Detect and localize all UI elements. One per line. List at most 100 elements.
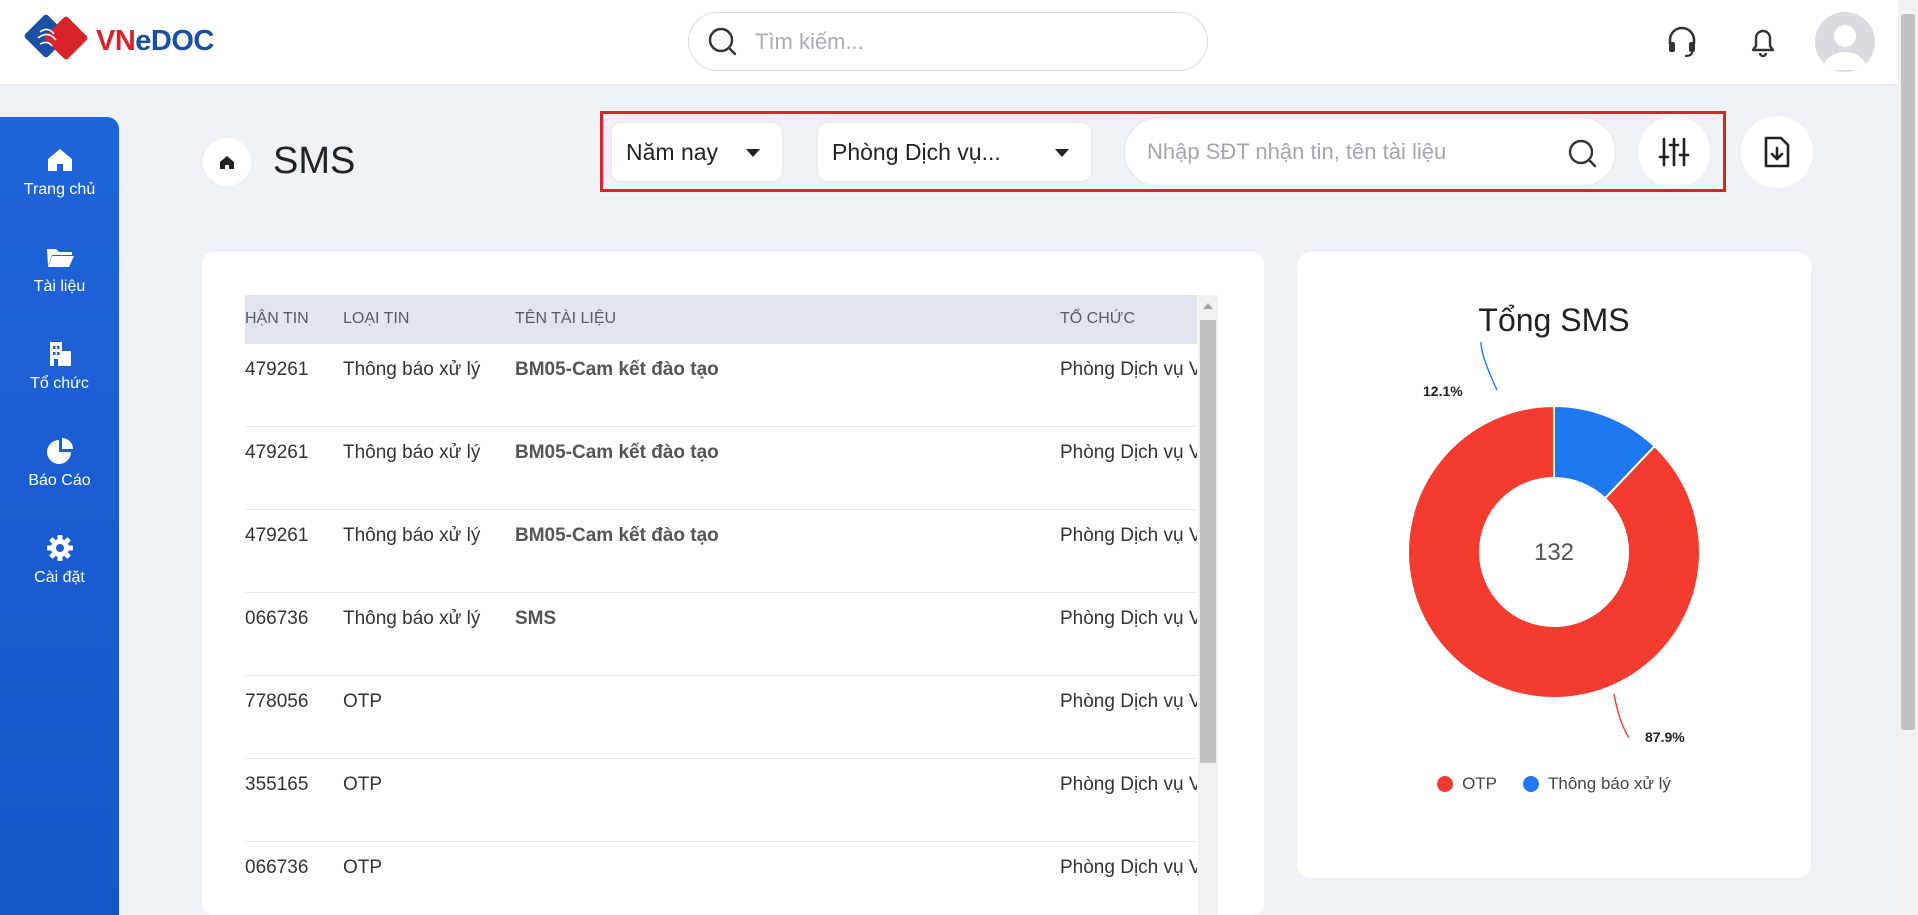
legend-swatch — [1437, 776, 1454, 792]
table-header: HẬN TIN LOẠI TIN TÊN TÀI LIỆU TỔ CHỨC — [245, 295, 1197, 344]
cell-organization: Phòng Dịch vụ V — [1060, 359, 1197, 380]
advanced-filter-button[interactable] — [1638, 116, 1710, 188]
home-icon — [220, 156, 234, 169]
sidebar-item-home[interactable]: Trang chủ — [0, 145, 119, 225]
sidebar-item-reports[interactable]: Báo Cáo — [0, 436, 119, 516]
vnedoc-logo[interactable]: VNeDOC — [20, 12, 214, 70]
table-row[interactable]: 066736 Thông báo xử lý SMS Phòng Dịch vụ V — [245, 593, 1197, 676]
sidebar-item-label: Trang chủ — [23, 181, 96, 198]
cell-message-type: OTP — [343, 691, 383, 712]
caret-down-icon — [1055, 149, 1069, 157]
global-search-input[interactable] — [755, 28, 1155, 55]
global-search[interactable] — [688, 12, 1208, 71]
data-label-connector — [1480, 341, 1498, 391]
period-dropdown[interactable]: Năm nay — [611, 122, 783, 182]
sidebar-item-documents[interactable]: Tài liệu — [0, 242, 119, 322]
sidebar-item-label: Báo Cáo — [28, 472, 91, 489]
chart-legend: OTP Thông báo xử lý — [1297, 774, 1811, 794]
sidebar: Trang chủ Tài liệu Tổ chức Báo Cáo Cài đ… — [0, 117, 119, 915]
table-scrollbar-thumb[interactable] — [1200, 320, 1216, 763]
search-icon[interactable] — [1567, 138, 1599, 170]
folder-icon — [46, 249, 74, 267]
page-title: SMS — [273, 140, 356, 182]
file-download-icon — [1764, 136, 1790, 168]
sidebar-item-label: Tổ chức — [30, 375, 89, 392]
search-icon — [708, 27, 737, 55]
cell-message-type: OTP — [343, 774, 383, 795]
data-label-otp: 87.9% — [1645, 729, 1685, 745]
gear-icon — [46, 535, 73, 561]
table-row[interactable]: 355165 OTP Phòng Dịch vụ V — [245, 759, 1197, 842]
cell-message-type: Thông báo xử lý — [343, 359, 481, 380]
table-row[interactable]: 479261 Thông báo xử lý BM05-Cam kết đào tạ… — [245, 510, 1197, 593]
cell-document-name[interactable]: BM05-Cam kết đào tạo — [515, 442, 719, 464]
sliders-icon — [1658, 137, 1690, 167]
home-icon — [47, 149, 72, 171]
column-header-message-type[interactable]: LOẠI TIN — [343, 310, 409, 328]
column-header-recipient[interactable]: HẬN TIN — [245, 310, 309, 328]
table-row[interactable]: 066736 OTP Phòng Dịch vụ V — [245, 842, 1197, 915]
cell-organization: Phòng Dịch vụ V — [1060, 774, 1197, 795]
cell-message-type: OTP — [343, 857, 383, 878]
legend-label: OTP — [1462, 774, 1498, 793]
legend-item-notification[interactable]: Thông báo xử lý — [1523, 774, 1671, 794]
sms-search-input[interactable] — [1147, 139, 1547, 165]
brand-wordmark: VNeDOC — [96, 25, 214, 58]
sms-search-field[interactable] — [1124, 117, 1616, 187]
brand-edoc: eDOC — [135, 24, 214, 57]
donut-chart: 132 12.1% 87.9% — [1407, 341, 1701, 745]
support-headset-icon[interactable] — [1660, 20, 1704, 64]
table-row[interactable]: 778056 OTP Phòng Dịch vụ V — [245, 676, 1197, 759]
pie-chart-icon — [46, 438, 73, 464]
cell-document-name[interactable]: SMS — [515, 608, 556, 630]
data-label-connector — [1613, 693, 1630, 739]
cell-message-type: Thông báo xử lý — [343, 608, 481, 629]
department-dropdown-value: Phòng Dịch vụ... — [832, 138, 1001, 165]
cell-recipient: 066736 — [245, 608, 309, 629]
sms-chart-card: Tổng SMS 132 12.1% 87.9% OTP Thông báo xử … — [1297, 252, 1811, 878]
cell-recipient: 479261 — [245, 525, 309, 546]
sms-table: HẬN TIN LOẠI TIN TÊN TÀI LIỆU TỔ CHỨC 47… — [245, 295, 1197, 915]
department-dropdown[interactable]: Phòng Dịch vụ... — [817, 122, 1092, 182]
page-scrollbar-thumb[interactable] — [1901, 14, 1915, 730]
legend-label: Thông báo xử lý — [1548, 774, 1671, 793]
data-label-notification: 12.1% — [1423, 383, 1463, 399]
cell-organization: Phòng Dịch vụ V — [1060, 442, 1197, 463]
legend-swatch — [1523, 776, 1540, 792]
cell-message-type: Thông báo xử lý — [343, 442, 481, 463]
period-dropdown-value: Năm nay — [626, 138, 719, 165]
scroll-up-arrow-icon[interactable] — [1203, 303, 1213, 309]
column-header-organization[interactable]: TỔ CHỨC — [1060, 310, 1135, 328]
column-header-document-name[interactable]: TÊN TÀI LIỆU — [515, 310, 616, 328]
user-avatar[interactable] — [1815, 12, 1875, 72]
brand-vn: VN — [96, 24, 136, 57]
table-scrollbar[interactable] — [1198, 295, 1218, 915]
table-row[interactable]: 479261 Thông báo xử lý BM05-Cam kết đào tạ… — [245, 427, 1197, 510]
cell-organization: Phòng Dịch vụ V — [1060, 857, 1197, 878]
cell-organization: Phòng Dịch vụ V — [1060, 525, 1197, 546]
cell-document-name[interactable]: BM05-Cam kết đào tạo — [515, 525, 719, 547]
page-scrollbar[interactable] — [1898, 0, 1918, 915]
cell-organization: Phòng Dịch vụ V — [1060, 691, 1197, 712]
cell-recipient: 355165 — [245, 774, 309, 795]
notification-bell-icon[interactable] — [1741, 20, 1785, 64]
export-button[interactable] — [1741, 116, 1813, 188]
sidebar-item-label: Cài đặt — [34, 569, 85, 586]
top-header: VNeDOC — [0, 0, 1898, 84]
caret-down-icon — [746, 149, 760, 157]
logo-mark-icon — [20, 12, 96, 70]
donut-center-total: 132 — [1534, 539, 1574, 566]
table-row[interactable]: 479261 Thông báo xử lý BM05-Cam kết đào tạ… — [245, 344, 1197, 427]
breadcrumb-home-button[interactable] — [203, 138, 251, 186]
sidebar-item-label: Tài liệu — [33, 278, 86, 295]
cell-recipient: 479261 — [245, 359, 309, 380]
building-icon — [49, 342, 71, 366]
sidebar-item-organization[interactable]: Tổ chức — [0, 339, 119, 419]
cell-recipient: 778056 — [245, 691, 309, 712]
cell-organization: Phòng Dịch vụ V — [1060, 608, 1197, 629]
cell-recipient: 066736 — [245, 857, 309, 878]
legend-item-otp[interactable]: OTP — [1437, 774, 1497, 794]
sms-table-card: HẬN TIN LOẠI TIN TÊN TÀI LIỆU TỔ CHỨC 47… — [202, 252, 1264, 915]
cell-document-name[interactable]: BM05-Cam kết đào tạo — [515, 359, 719, 381]
sidebar-item-settings[interactable]: Cài đặt — [0, 533, 119, 613]
